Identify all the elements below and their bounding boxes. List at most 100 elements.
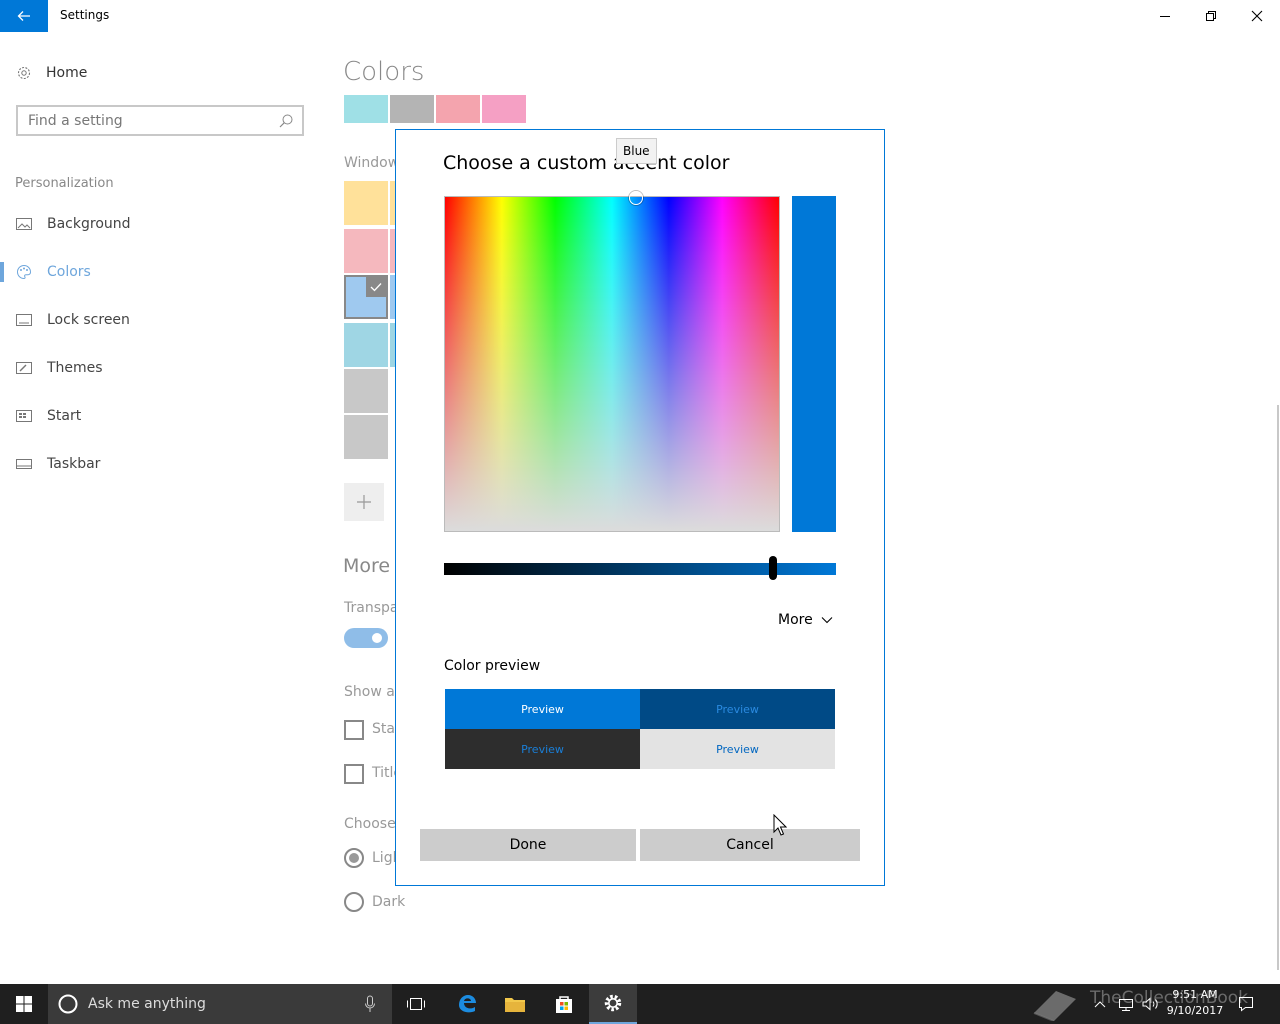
close-icon xyxy=(1251,10,1263,22)
scrollbar[interactable] xyxy=(1277,405,1279,970)
preview-cell-accent: Preview xyxy=(445,689,640,729)
network-button[interactable] xyxy=(1118,984,1134,1024)
color-swatch[interactable] xyxy=(344,369,388,413)
dark-radio-label: Dark xyxy=(372,894,406,910)
plus-icon xyxy=(357,495,371,509)
sidebar-item-label: Start xyxy=(47,408,82,424)
cortana-search-box[interactable]: Ask me anything xyxy=(48,984,392,1024)
minimize-button[interactable] xyxy=(1142,0,1188,32)
page-title: Colors xyxy=(343,57,425,87)
volume-icon xyxy=(1142,997,1158,1011)
color-swatch[interactable] xyxy=(344,229,388,273)
palette-icon xyxy=(17,264,32,280)
windows-logo-icon xyxy=(16,996,32,1012)
sidebar-item-label: Background xyxy=(47,216,131,232)
restore-button[interactable] xyxy=(1188,0,1234,32)
windows-colors-label: Window xyxy=(344,155,400,171)
color-swatch-selected[interactable] xyxy=(344,275,388,319)
clock-date: 9/10/2017 xyxy=(1166,1004,1224,1017)
watermark-book-icon xyxy=(1030,984,1080,1024)
spectrum-picker-handle[interactable] xyxy=(629,191,643,205)
taskbar-icon xyxy=(16,459,32,469)
cortana-icon xyxy=(58,994,78,1014)
sidebar-item-taskbar[interactable]: Taskbar xyxy=(0,444,320,484)
active-indicator xyxy=(0,262,4,282)
done-button[interactable]: Done xyxy=(420,829,636,861)
sidebar-item-themes[interactable]: Themes xyxy=(0,348,320,388)
brush-icon xyxy=(16,362,32,374)
task-view-button[interactable] xyxy=(392,984,440,1024)
action-center-button[interactable] xyxy=(1238,984,1254,1024)
chevron-up-icon xyxy=(1094,1001,1106,1008)
edge-icon xyxy=(459,995,476,1013)
preview-cell-dark-accent: Preview xyxy=(640,689,835,729)
sidebar-item-start[interactable]: Start xyxy=(0,396,320,436)
start-icon xyxy=(16,410,32,422)
clock-time: 9:51 AM xyxy=(1172,988,1218,1001)
sidebar-item-label: Colors xyxy=(47,264,91,280)
taskbar: Ask me anything TheCollectionBook 9:51 A… xyxy=(0,984,1280,1024)
title-bar: Settings xyxy=(0,0,1280,32)
restore-icon xyxy=(1206,11,1216,21)
show-accent-label: Show ac xyxy=(344,684,403,700)
more-button[interactable]: More xyxy=(778,609,833,631)
checkmark-icon xyxy=(370,283,382,292)
brightness-slider[interactable] xyxy=(444,563,836,575)
nav-home-label: Home xyxy=(46,65,88,81)
recent-swatch[interactable] xyxy=(482,95,526,123)
edge-button[interactable] xyxy=(443,984,491,1024)
clock[interactable]: 9:51 AM 9/10/2017 xyxy=(1160,987,1230,1019)
brightness-slider-thumb[interactable] xyxy=(769,556,778,580)
recent-swatch[interactable] xyxy=(436,95,480,123)
cortana-search-text: Ask me anything xyxy=(88,996,206,1012)
selected-color-bar xyxy=(792,196,836,532)
color-swatch[interactable] xyxy=(344,323,388,367)
microphone-icon[interactable] xyxy=(364,995,376,1013)
custom-color-button[interactable] xyxy=(344,483,384,521)
transparency-toggle[interactable] xyxy=(344,628,388,648)
search-box[interactable] xyxy=(16,105,304,136)
settings-taskbar-button[interactable] xyxy=(589,984,637,1024)
volume-button[interactable] xyxy=(1142,984,1160,1024)
custom-accent-dialog: Choose a custom accent color Blue More C… xyxy=(395,129,885,886)
color-swatch[interactable] xyxy=(344,415,388,459)
recent-swatch[interactable] xyxy=(344,95,388,123)
dialog-title: Choose a custom accent color xyxy=(443,152,730,174)
gear-icon xyxy=(17,66,31,80)
sidebar-item-label: Taskbar xyxy=(47,456,101,472)
store-icon xyxy=(556,996,572,1013)
settings-icon xyxy=(604,994,622,1012)
show-hidden-icons-button[interactable] xyxy=(1094,984,1106,1024)
more-label: More xyxy=(778,612,813,628)
light-mode-radio[interactable] xyxy=(344,848,364,868)
sidebar-item-background[interactable]: Background xyxy=(0,204,320,244)
file-explorer-icon xyxy=(505,998,525,1012)
nav-home[interactable]: Home xyxy=(16,62,87,84)
sidebar-item-label: Lock screen xyxy=(47,312,130,328)
store-button[interactable] xyxy=(540,984,588,1024)
sidebar-item-colors[interactable]: Colors xyxy=(0,252,320,292)
sidebar-item-label: Themes xyxy=(47,360,103,376)
more-options-heading: More xyxy=(343,555,391,577)
network-icon xyxy=(1119,999,1133,1011)
dark-mode-radio[interactable] xyxy=(344,892,364,912)
cancel-button[interactable]: Cancel xyxy=(640,829,860,861)
search-icon xyxy=(279,114,293,128)
nav-section-personalization: Personalization xyxy=(15,176,114,191)
preview-cell-dark-mode: Preview xyxy=(445,729,640,769)
transparency-label: Transpa xyxy=(344,600,399,616)
close-button[interactable] xyxy=(1234,0,1280,32)
color-swatch[interactable] xyxy=(344,181,388,225)
back-button[interactable] xyxy=(0,0,48,32)
search-input[interactable] xyxy=(18,107,268,134)
start-button[interactable] xyxy=(0,984,48,1024)
recent-swatch[interactable] xyxy=(390,95,434,123)
title-bars-checkbox[interactable] xyxy=(344,764,364,784)
file-explorer-button[interactable] xyxy=(491,984,539,1024)
picture-icon xyxy=(16,218,32,230)
start-taskbar-checkbox[interactable] xyxy=(344,720,364,740)
minimize-icon xyxy=(1160,16,1170,17)
color-spectrum[interactable] xyxy=(444,191,780,532)
task-view-icon xyxy=(407,998,425,1010)
sidebar-item-lock-screen[interactable]: Lock screen xyxy=(0,300,320,340)
